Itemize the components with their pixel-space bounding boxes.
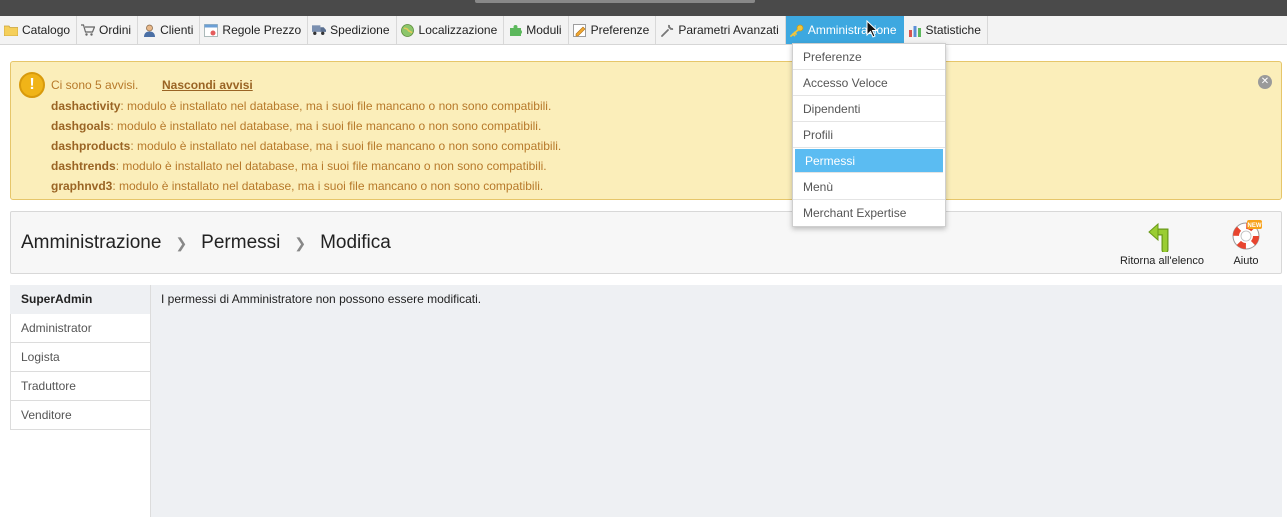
tab-regole-prezzo[interactable]: Regole Prezzo — [200, 16, 309, 44]
dropdown-item-permessi[interactable]: Permessi — [795, 149, 943, 173]
administration-dropdown-menu: Preferenze Accesso Veloce Dipendenti Pro… — [792, 43, 946, 227]
warnings-panel: ! Ci sono 5 avvisi. Nascondi avvisi dash… — [10, 61, 1282, 200]
warning-item: dashgoals: modulo è installato nel datab… — [51, 118, 561, 138]
back-to-list-button[interactable]: Ritorna all'elenco — [1116, 220, 1208, 267]
breadcrumb: Amministrazione ❯ Permessi ❯ Modifica — [21, 232, 391, 254]
breadcrumb-item-amministrazione[interactable]: Amministrazione — [21, 232, 161, 254]
chevron-right-icon: ❯ — [175, 234, 188, 251]
close-icon[interactable]: ✕ — [1258, 75, 1272, 89]
tab-clienti[interactable]: Clienti — [138, 16, 201, 44]
tab-label: Localizzazione — [418, 23, 498, 37]
top-bar — [0, 0, 1287, 16]
tab-localizzazione[interactable]: Localizzazione — [397, 16, 505, 44]
tab-label: Amministrazione — [807, 23, 897, 37]
tab-label: Catalogo — [22, 23, 71, 37]
puzzle-icon — [508, 24, 522, 37]
warning-item: dashtrends: modulo è installato nel data… — [51, 158, 561, 178]
profile-item-administrator[interactable]: Administrator — [10, 314, 151, 343]
tab-amministrazione[interactable]: Amministrazione — [785, 16, 904, 44]
tab-label: Moduli — [526, 23, 562, 37]
tab-spedizione[interactable]: Spedizione — [308, 16, 397, 44]
warning-item: dashactivity: modulo è installato nel da… — [51, 98, 561, 118]
cart-icon — [81, 24, 96, 37]
warnings-list: dashactivity: modulo è installato nel da… — [51, 98, 561, 198]
tab-parametri-avanzati[interactable]: Parametri Avanzati — [656, 16, 786, 44]
warning-module-name: dashtrends — [51, 159, 116, 173]
new-badge: NEW — [1248, 223, 1262, 229]
tab-label: Preferenze — [590, 23, 650, 37]
profile-item-superadmin[interactable]: SuperAdmin — [10, 285, 151, 314]
warning-module-name: graphnvd3 — [51, 179, 113, 193]
warning-module-name: dashgoals — [51, 119, 111, 133]
dropdown-item-dipendenti[interactable]: Dipendenti — [793, 96, 945, 122]
tab-ordini[interactable]: Ordini — [77, 16, 139, 44]
permissions-panel: I permessi di Amministratore non possono… — [150, 285, 1282, 517]
warning-icon: ! — [19, 72, 45, 98]
truck-icon — [312, 24, 327, 37]
back-to-list-label: Ritorna all'elenco — [1119, 255, 1205, 267]
tab-label: Statistiche — [925, 23, 981, 37]
profile-item-logista[interactable]: Logista — [10, 343, 151, 372]
tab-label: Ordini — [99, 23, 132, 37]
mouse-cursor-icon — [866, 20, 878, 38]
profiles-sidebar: SuperAdmin Administrator Logista Tradutt… — [10, 285, 151, 430]
tab-moduli[interactable]: Moduli — [504, 16, 569, 44]
tab-statistiche[interactable]: Statistiche — [904, 16, 988, 44]
dropdown-item-accesso-veloce[interactable]: Accesso Veloce — [793, 70, 945, 96]
price-rules-icon — [204, 23, 219, 37]
warning-module-name: dashactivity — [51, 99, 121, 113]
warning-text: : modulo è installato nel database, ma i… — [120, 99, 552, 113]
back-arrow-icon — [1148, 222, 1169, 252]
warning-item: graphnvd3: modulo è installato nel datab… — [51, 178, 561, 198]
warning-text: : modulo è installato nel database, ma i… — [110, 119, 542, 133]
warning-module-name: dashproducts — [51, 139, 131, 153]
page-toolbar: Amministrazione ❯ Permessi ❯ Modifica Ri… — [10, 211, 1282, 274]
bar-chart-icon — [908, 24, 922, 37]
preferences-icon — [572, 23, 587, 37]
warning-text: : modulo è installato nel database, ma i… — [112, 179, 544, 193]
dropdown-item-profili[interactable]: Profili — [793, 122, 945, 148]
folder-icon — [4, 24, 18, 37]
hide-warnings-link[interactable]: Nascondi avvisi — [162, 78, 253, 92]
tab-label: Parametri Avanzati — [678, 23, 779, 37]
permissions-message: I permessi di Amministratore non possono… — [161, 292, 482, 306]
user-icon — [142, 24, 156, 37]
tab-label: Clienti — [160, 23, 194, 37]
chevron-right-icon: ❯ — [294, 234, 307, 251]
tab-label: Spedizione — [330, 23, 390, 37]
warning-item: dashproducts: modulo è installato nel da… — [51, 138, 561, 158]
breadcrumb-item-modifica: Modifica — [320, 232, 391, 253]
lifebuoy-icon: NEW — [1232, 220, 1262, 250]
dropdown-item-preferenze[interactable]: Preferenze — [793, 44, 945, 70]
warning-text: : modulo è installato nel database, ma i… — [115, 159, 547, 173]
globe-icon — [401, 23, 415, 37]
top-search-box[interactable] — [475, 0, 755, 3]
profile-item-traduttore[interactable]: Traduttore — [10, 372, 151, 401]
main-menu-bar: Catalogo Ordini Clienti Regole Prezzo Sp… — [0, 16, 1287, 45]
dropdown-item-merchant-expertise[interactable]: Merchant Expertise — [793, 200, 945, 226]
warning-text: : modulo è installato nel database, ma i… — [130, 139, 562, 153]
wrench-icon — [660, 24, 674, 37]
help-button[interactable]: NEW Aiuto — [1223, 220, 1269, 267]
key-icon — [789, 24, 804, 37]
breadcrumb-item-permessi[interactable]: Permessi — [201, 232, 280, 254]
help-label: Aiuto — [1233, 255, 1259, 267]
dropdown-item-menu[interactable]: Menù — [793, 174, 945, 200]
tab-preferenze[interactable]: Preferenze — [569, 16, 657, 44]
tab-catalogo[interactable]: Catalogo — [0, 16, 78, 44]
profile-item-venditore[interactable]: Venditore — [10, 401, 151, 430]
tab-label: Regole Prezzo — [222, 23, 302, 37]
warnings-count: Ci sono 5 avvisi. — [51, 78, 139, 92]
